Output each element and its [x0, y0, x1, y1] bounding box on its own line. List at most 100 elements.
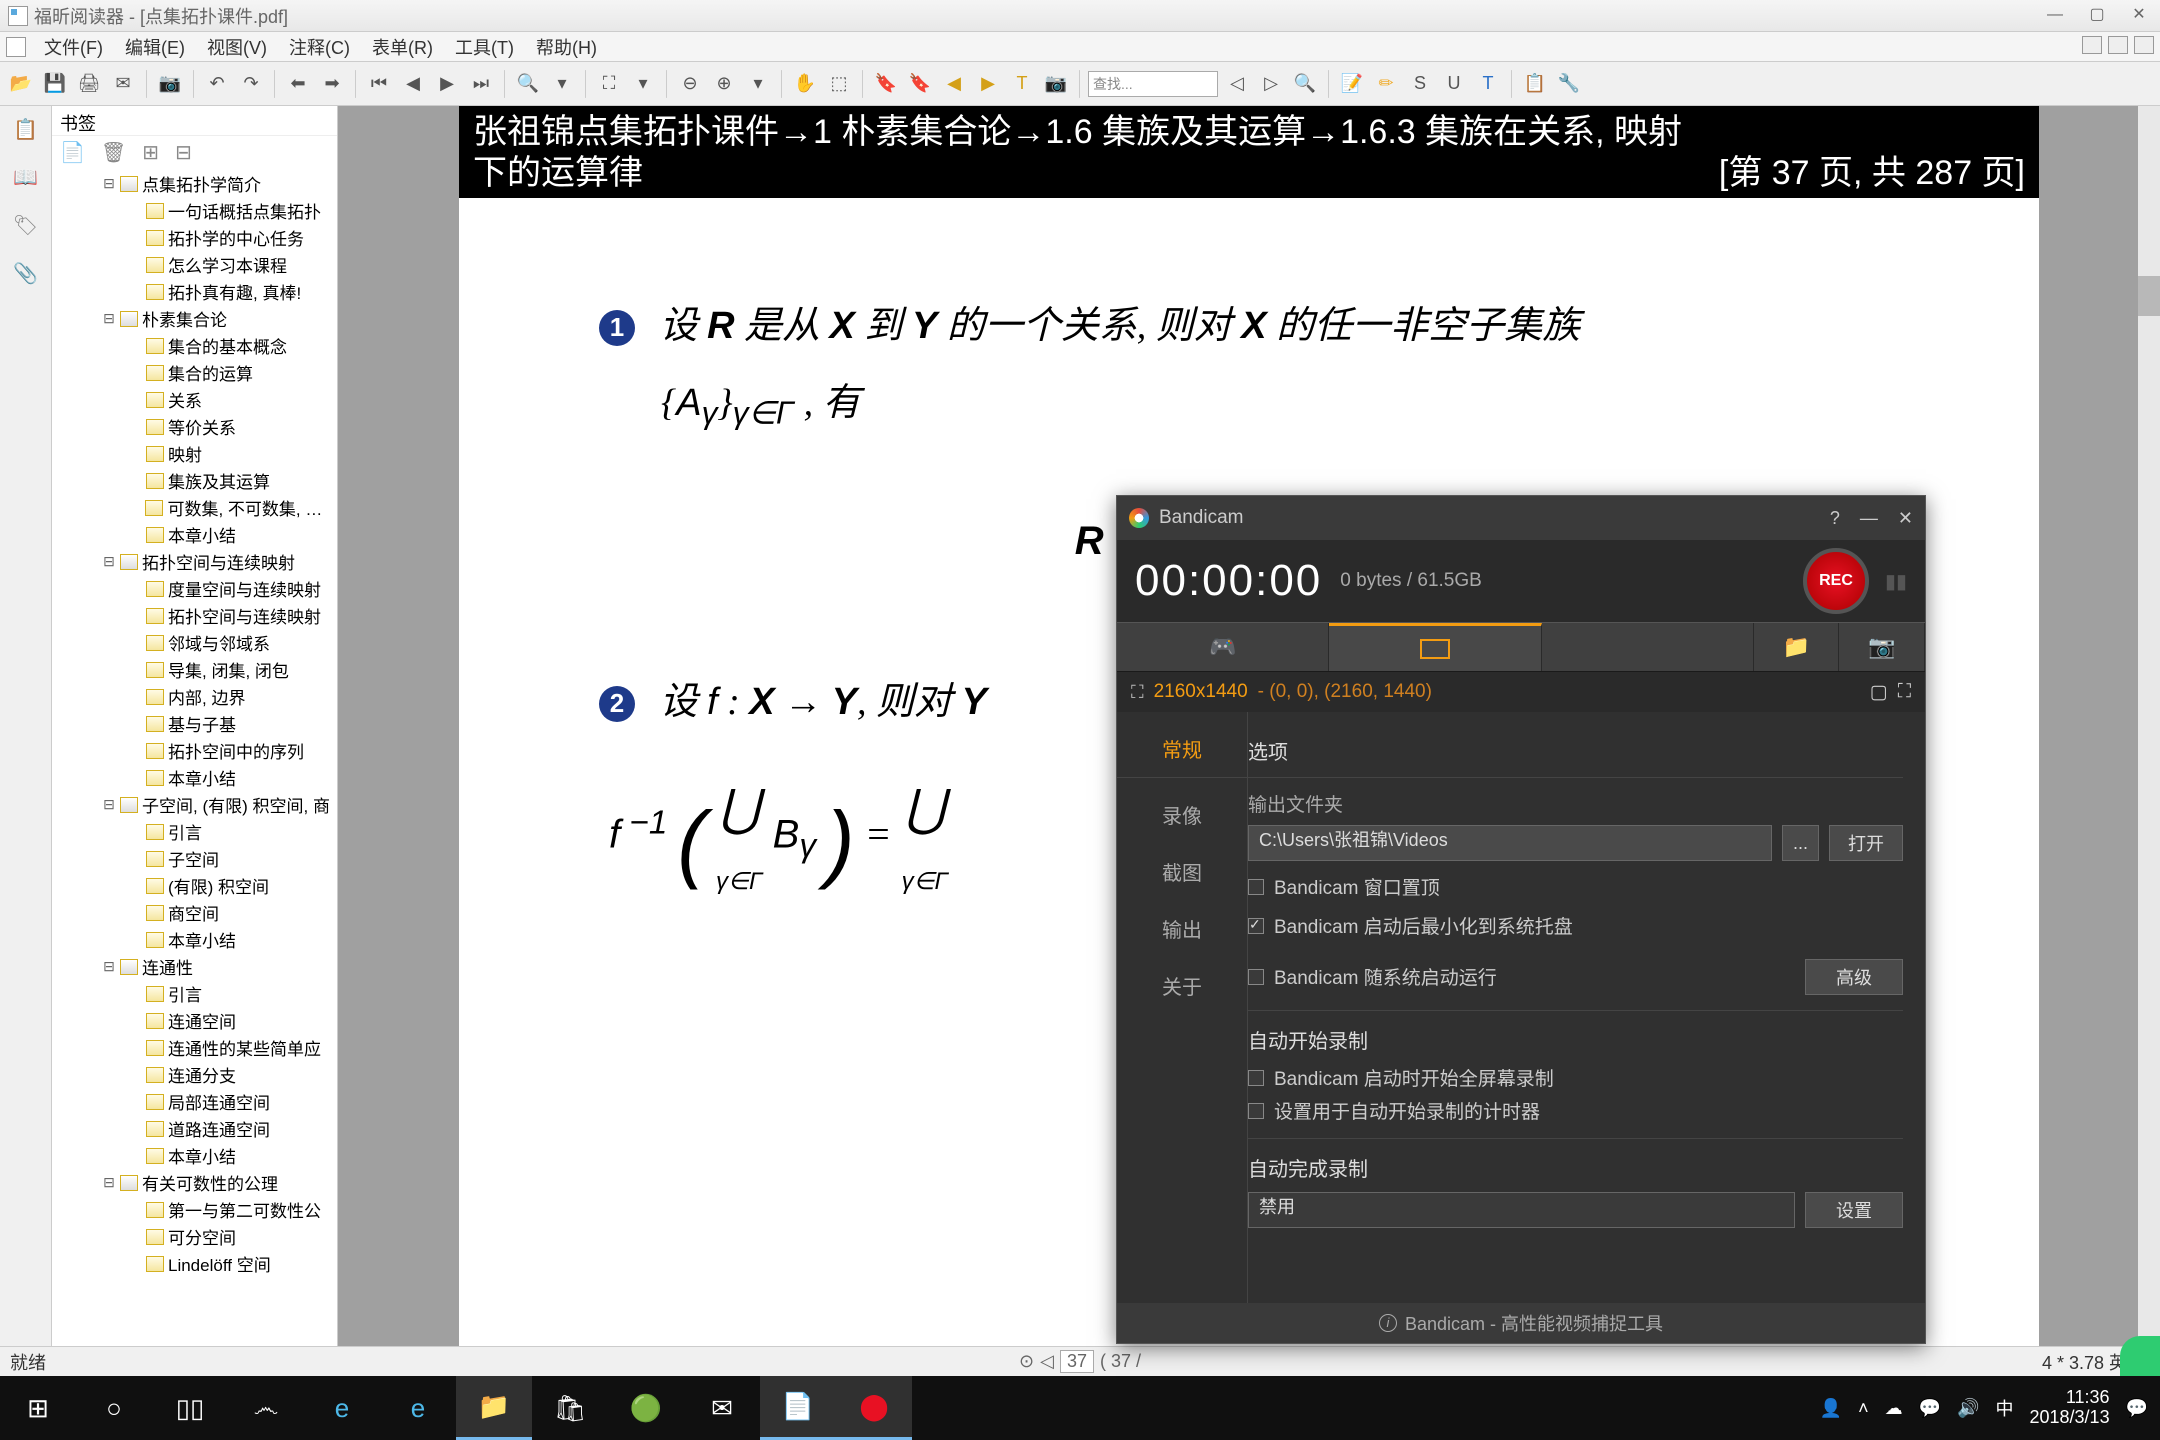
- highlight-icon[interactable]: ✏: [1371, 69, 1401, 99]
- text-select-icon[interactable]: T: [1007, 69, 1037, 99]
- tree-node[interactable]: 第一与第二可数性公: [52, 1196, 333, 1223]
- ie-icon[interactable]: e: [304, 1376, 380, 1440]
- tree-node[interactable]: 本章小结: [52, 764, 333, 791]
- bk-collapse-icon[interactable]: ⊟: [175, 140, 192, 165]
- mail-icon[interactable]: ✉: [684, 1376, 760, 1440]
- tree-node[interactable]: 映射: [52, 440, 333, 467]
- chk-minimize-tray[interactable]: Bandicam 启动后最小化到系统托盘: [1248, 912, 1573, 939]
- tray-chat-icon[interactable]: 💬: [1919, 1398, 1941, 1419]
- tree-node[interactable]: 本章小结: [52, 521, 333, 548]
- adv-search-icon[interactable]: 🔍: [1290, 69, 1320, 99]
- tree-node[interactable]: 等价关系: [52, 413, 333, 440]
- pause-icon[interactable]: ▮▮: [1885, 569, 1907, 594]
- redo-icon[interactable]: ↷: [236, 69, 266, 99]
- edge-icon[interactable]: e: [380, 1376, 456, 1440]
- tray-sound-icon[interactable]: 🔊: [1957, 1398, 1979, 1419]
- app-swirl-icon[interactable]: ෴: [228, 1376, 304, 1440]
- zoom-in-icon[interactable]: ⊕: [709, 69, 739, 99]
- menu-file[interactable]: 文件(F): [34, 30, 113, 64]
- bandicam-window[interactable]: Bandicam ? — ✕ 00:00:00 0 bytes / 61.5GB…: [1116, 495, 1926, 1344]
- first-page-icon[interactable]: ⏮: [364, 69, 394, 99]
- store-icon[interactable]: 🛍: [532, 1376, 608, 1440]
- tab-general[interactable]: 常规: [1131, 730, 1233, 767]
- typewriter-icon[interactable]: T: [1473, 69, 1503, 99]
- open-icon[interactable]: 📂: [6, 69, 36, 99]
- bc-collapse-icon[interactable]: ▢: [1870, 681, 1888, 704]
- fit-icon[interactable]: ⛶: [594, 69, 624, 99]
- tree-node[interactable]: ⊟有关可数性的公理: [52, 1169, 333, 1196]
- output-path-input[interactable]: C:\Users\张祖锦\Videos: [1248, 825, 1772, 861]
- bookmark-next-icon[interactable]: ▶: [973, 69, 1003, 99]
- crop-icon[interactable]: ⛶: [1131, 682, 1144, 703]
- tree-node[interactable]: 子空间: [52, 845, 333, 872]
- clipboard-icon[interactable]: 📋: [13, 116, 39, 142]
- bookmark-icon[interactable]: 🔖: [871, 69, 901, 99]
- form-icon[interactable]: 📋: [1520, 69, 1550, 99]
- zoom-dd2-icon[interactable]: ▾: [743, 69, 773, 99]
- bc-fullscreen-icon[interactable]: ⛶: [1898, 681, 1911, 704]
- open-button[interactable]: 打开: [1829, 825, 1903, 861]
- print-icon[interactable]: 🖨: [74, 69, 104, 99]
- advanced-button[interactable]: 高级: [1805, 959, 1903, 995]
- page-prev-icon[interactable]: ◁: [1040, 1351, 1054, 1372]
- last-page-icon[interactable]: ⏭: [466, 69, 496, 99]
- bookmark-prev-icon[interactable]: ◀: [939, 69, 969, 99]
- tree-node[interactable]: ⊟点集拓扑学简介: [52, 170, 333, 197]
- camera-icon[interactable]: 📷: [1041, 69, 1071, 99]
- mode-screen[interactable]: [1329, 623, 1541, 671]
- inner-close[interactable]: [2134, 36, 2154, 54]
- tree-node[interactable]: 拓扑学的中心任务: [52, 224, 333, 251]
- tree-node[interactable]: 邻域与邻域系: [52, 629, 333, 656]
- tree-node[interactable]: 关系: [52, 386, 333, 413]
- zoom-out-icon[interactable]: ⊖: [675, 69, 705, 99]
- tree-node[interactable]: 集合的运算: [52, 359, 333, 386]
- explorer-icon[interactable]: 📁: [456, 1376, 532, 1440]
- bandicam-icon[interactable]: ⬤: [836, 1376, 912, 1440]
- next-view-icon[interactable]: ➡: [317, 69, 347, 99]
- search-next-icon[interactable]: ▷: [1256, 69, 1286, 99]
- snapshot-icon[interactable]: 📷: [155, 69, 185, 99]
- strike-icon[interactable]: S: [1405, 69, 1435, 99]
- bc-close-icon[interactable]: ✕: [1898, 508, 1913, 529]
- scrollbar[interactable]: [2138, 106, 2160, 1346]
- tree-node[interactable]: 道路连通空间: [52, 1115, 333, 1142]
- tree-node[interactable]: 商空间: [52, 899, 333, 926]
- mode-game[interactable]: 🎮: [1117, 623, 1329, 671]
- bc-help-icon[interactable]: ?: [1830, 508, 1840, 529]
- menu-help[interactable]: 帮助(H): [526, 30, 607, 64]
- browse-button[interactable]: ...: [1782, 825, 1819, 861]
- search-prev-icon[interactable]: ◁: [1222, 69, 1252, 99]
- tree-node[interactable]: ⊟朴素集合论: [52, 305, 333, 332]
- bk-add-icon[interactable]: 📄: [60, 140, 85, 165]
- menu-edit[interactable]: 编辑(E): [115, 30, 195, 64]
- tree-node[interactable]: 拓扑真有趣, 真棒!: [52, 278, 333, 305]
- tree-node[interactable]: 度量空间与连续映射: [52, 575, 333, 602]
- close-button[interactable]: ✕: [2122, 4, 2156, 26]
- mode-device[interactable]: [1542, 623, 1754, 671]
- side-record[interactable]: 录像: [1117, 786, 1247, 843]
- tree-node[interactable]: 本章小结: [52, 1142, 333, 1169]
- wrench-icon[interactable]: 🔧: [1554, 69, 1584, 99]
- tree-node[interactable]: 拓扑空间中的序列: [52, 737, 333, 764]
- mode-camera[interactable]: 📷: [1839, 623, 1925, 671]
- mode-folder[interactable]: 📁: [1754, 623, 1840, 671]
- tree-node[interactable]: 本章小结: [52, 926, 333, 953]
- tree-node[interactable]: 可分空间: [52, 1223, 333, 1250]
- tree-node[interactable]: ⊟连通性: [52, 953, 333, 980]
- maximize-button[interactable]: ▢: [2080, 4, 2114, 26]
- tree-node[interactable]: 拓扑空间与连续映射: [52, 602, 333, 629]
- chk-startup[interactable]: Bandicam 随系统启动运行: [1248, 963, 1497, 990]
- minimize-button[interactable]: —: [2038, 4, 2072, 26]
- cortana-icon[interactable]: ○: [76, 1376, 152, 1440]
- tree-node[interactable]: 引言: [52, 818, 333, 845]
- chk-auto-timer[interactable]: 设置用于自动开始录制的计时器: [1248, 1097, 1903, 1124]
- tree-node[interactable]: 连通性的某些简单应: [52, 1034, 333, 1061]
- taskview-icon[interactable]: ▯▯: [152, 1376, 228, 1440]
- inner-restore[interactable]: [2108, 36, 2128, 54]
- bookmark-tree[interactable]: ⊟点集拓扑学简介一句话概括点集拓扑拓扑学的中心任务怎么学习本课程拓扑真有趣, 真…: [52, 168, 337, 1346]
- tree-node[interactable]: 连通分支: [52, 1061, 333, 1088]
- start-button[interactable]: ⊞: [0, 1376, 76, 1440]
- tray-up-icon[interactable]: ˄: [1858, 1398, 1869, 1419]
- search-input[interactable]: 查找...: [1088, 71, 1218, 97]
- tree-node[interactable]: 基与子基: [52, 710, 333, 737]
